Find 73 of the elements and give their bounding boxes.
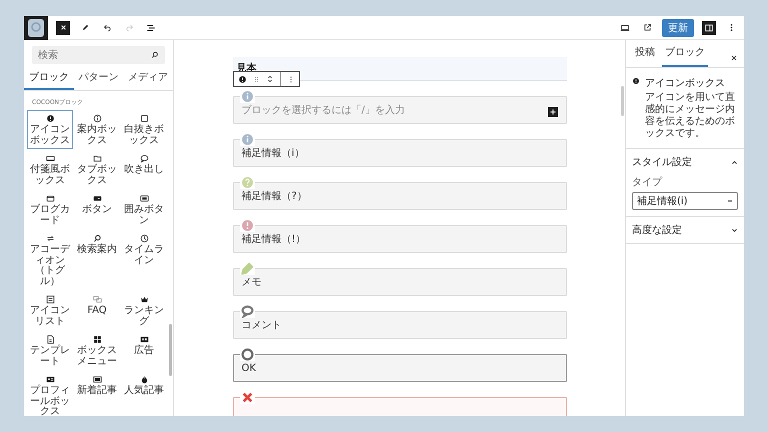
block-tile[interactable]: テンプレート (27, 331, 73, 370)
block-tile[interactable]: FAQ (74, 291, 120, 330)
panel-title: 高度な設定 (632, 224, 682, 237)
framed-button-icon (140, 194, 148, 203)
block-tile[interactable]: 白抜きボックス (121, 110, 167, 149)
inserter-tab[interactable]: ブロック (24, 67, 74, 90)
panel-header[interactable]: 高度な設定 (632, 223, 738, 237)
block-tile[interactable]: ランキング (121, 291, 167, 330)
block-tile[interactable]: アイコンボックス (27, 110, 73, 149)
alert-circle-icon (46, 114, 54, 123)
box-text: 補足情報（i） (242, 146, 304, 160)
caret-icon (727, 198, 733, 204)
block-tile[interactable]: 広告 (121, 331, 167, 370)
close-button[interactable] (56, 20, 70, 34)
box-text: コメント (242, 319, 282, 332)
arrows-cycle-icon (46, 234, 54, 243)
search-icon (92, 234, 102, 243)
close-icon[interactable] (730, 54, 738, 62)
box-text: OK (242, 362, 256, 374)
square-icon (140, 114, 148, 123)
sidebar-tab[interactable]: 投稿 (632, 40, 658, 67)
search-icon (151, 51, 159, 59)
sidebar-tab[interactable]: ブロック (662, 40, 708, 67)
block-tile[interactable]: 囲みボタン (121, 190, 167, 229)
block-tile[interactable]: タイムライン (121, 230, 167, 290)
inserter-tab[interactable]: パターン (74, 67, 124, 90)
block-tile[interactable]: 検索案内 (74, 230, 120, 290)
crown-icon (140, 295, 148, 304)
block-tile[interactable]: 人気記事 (121, 371, 167, 416)
field-label: タイプ (632, 176, 664, 189)
rectangle-icon (46, 154, 54, 163)
list-box-icon (46, 295, 54, 304)
box-text: 補足情報（!） (242, 232, 306, 246)
flame-icon (140, 375, 148, 384)
update-button[interactable]: 更新 (662, 18, 694, 36)
block-tile[interactable]: プロフィールボックス (27, 371, 73, 416)
grid-icon (92, 335, 102, 344)
block-tile[interactable]: 付箋風ボックス (27, 150, 73, 189)
folder-icon (92, 154, 102, 163)
block-tile[interactable]: アコーディオン（トグル） (27, 230, 73, 290)
block-tile[interactable]: タブボックス (74, 150, 120, 189)
speech-bubble-icon (140, 154, 148, 163)
block-tile[interactable]: ブログカード (27, 190, 73, 229)
type-select[interactable]: 補足情報(i) (632, 192, 738, 210)
block-tile[interactable]: ボックスメニュー (74, 331, 120, 370)
ad-panel-icon (140, 335, 148, 344)
box-text: 補足情報（?） (242, 190, 307, 203)
chat-boxes-icon (92, 295, 102, 304)
block-description: アイコンを用いて直感的にメッセージ内容を伝えるためのボックスです。 (645, 92, 736, 140)
id-card-icon (46, 375, 54, 384)
move-up-down-icon[interactable] (266, 74, 274, 84)
card-icon (46, 194, 54, 203)
panel-title: スタイル設定 (632, 156, 692, 169)
info-circle-icon (92, 114, 102, 123)
panel-header[interactable]: スタイル設定 (632, 155, 738, 169)
alert-circle-icon (632, 77, 640, 85)
alert-circle-icon[interactable] (238, 74, 246, 84)
close-icon[interactable] (58, 23, 68, 32)
block-tile[interactable]: 吹き出し (121, 150, 167, 189)
block-title: アイコンボックス (645, 77, 726, 90)
block-tile[interactable]: 案内ボックス (74, 110, 120, 149)
block-tile[interactable]: ボタン (74, 190, 120, 229)
logo-icon[interactable] (24, 16, 48, 40)
newspaper-icon (92, 375, 102, 384)
button-shape-icon (92, 194, 102, 203)
search-field[interactable]: 検索 (32, 46, 165, 64)
box-text: メモ (242, 276, 262, 289)
clock-icon (140, 234, 148, 243)
inserter-tab[interactable]: メディア (123, 67, 173, 90)
block-tile[interactable]: 新着記事 (74, 371, 120, 416)
scrollbar-thumb[interactable] (169, 324, 172, 376)
document-icon (46, 335, 54, 344)
block-tile[interactable]: アイコンリスト (27, 291, 73, 330)
